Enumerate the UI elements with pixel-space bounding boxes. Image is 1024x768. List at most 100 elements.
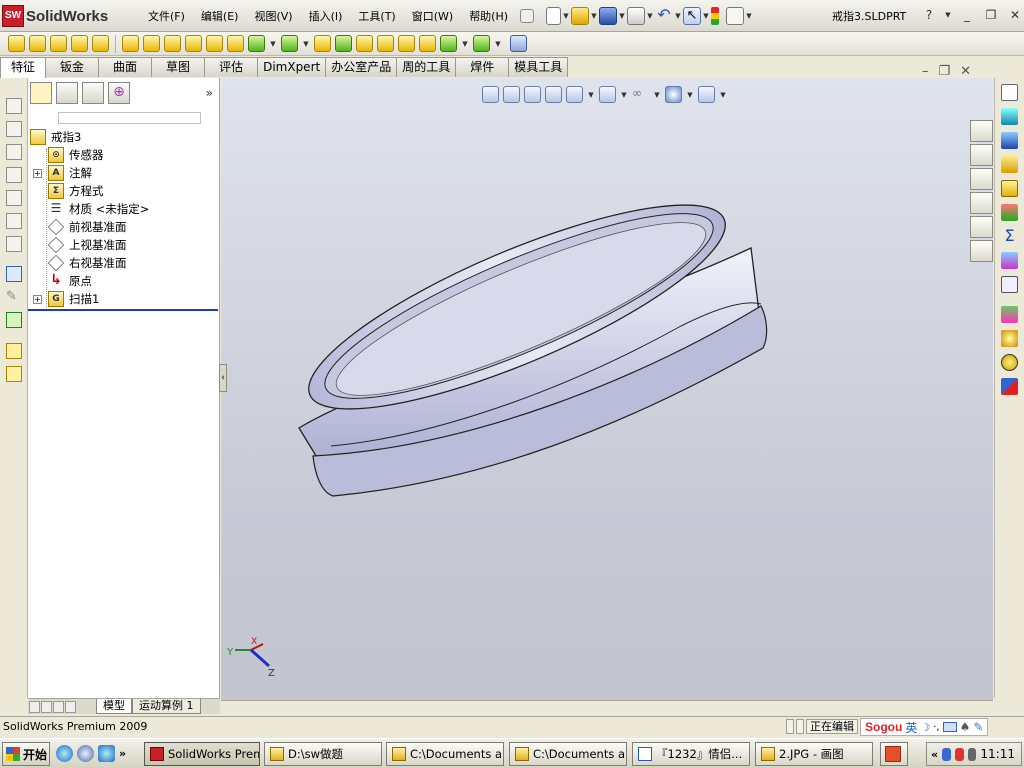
taskbar-item-sogou[interactable] [880,742,908,766]
pattern-dropdown-icon[interactable]: ▼ [302,40,310,48]
custom-properties-icon[interactable] [970,240,993,262]
select-cursor-icon[interactable]: ↖ [683,7,701,25]
options-icon[interactable] [726,7,744,25]
tree-item-front-plane[interactable]: 前视基准面 [47,218,127,236]
extruded-boss-icon[interactable] [8,35,25,52]
display-style-icon[interactable] [599,86,616,103]
ime-keyboard-icon[interactable] [942,722,957,732]
first-tab-icon[interactable] [29,700,40,713]
view-bottom-icon[interactable] [6,213,22,229]
tab-office-products[interactable]: 办公室产品 [325,57,398,77]
smart-dimension-icon[interactable]: ✎ [6,289,22,305]
menu-edit[interactable]: 编辑(E) [193,8,247,24]
hide-show-items-icon[interactable]: ∞ [632,86,649,103]
curves-dropdown-icon[interactable]: ▼ [494,40,502,48]
app-logo[interactable]: SW SolidWorks [2,4,108,28]
tab-surfaces[interactable]: 曲面 [98,57,153,77]
doc-restore-button[interactable]: ❐ [939,64,951,79]
spell-check-icon[interactable] [1001,84,1018,101]
close-button[interactable]: ✕ [1006,6,1024,24]
instant3d-icon[interactable] [510,35,527,52]
propertymanager-tab-icon[interactable] [56,82,78,104]
tree-item-sensors[interactable]: ⊙ 传感器 [48,146,104,164]
shell-icon[interactable] [356,35,373,52]
view-front-icon[interactable] [6,98,22,114]
curvature-icon[interactable] [1001,330,1018,347]
tab-dimxpert[interactable]: DimXpert [257,57,327,77]
graphics-area[interactable]: Y X Z [221,78,993,700]
taskbar-item-folder-swzuoti[interactable]: D:\sw做题 [264,742,382,766]
zoom-to-area-icon[interactable] [503,86,520,103]
tray-volume-icon[interactable] [967,747,977,761]
view-settings-dropdown-icon[interactable]: ▼ [719,91,727,99]
tab-motion-study[interactable]: 运动算例 1 [132,699,201,714]
mirror-icon[interactable] [419,35,436,52]
section-properties-icon[interactable] [1001,156,1018,173]
deviation-analysis-icon[interactable] [1001,252,1018,269]
view-orientation-dropdown-icon[interactable]: ▼ [587,91,595,99]
taskbar-item-documents-1[interactable]: C:\Documents a... [386,742,504,766]
minimize-button[interactable]: _ [958,6,976,24]
clock-text[interactable]: 11:11 [980,747,1015,761]
select-dropdown-icon[interactable]: ▼ [702,12,710,20]
prev-tab-icon[interactable] [41,700,52,713]
doc-close-button[interactable]: ✕ [960,64,971,79]
curves-icon[interactable] [473,35,490,52]
geometry-analysis-icon[interactable] [1001,204,1018,221]
ime-mode-text[interactable]: 英 [905,719,917,736]
tab-sheet-metal[interactable]: 钣金 [45,57,100,77]
mass-properties-icon[interactable] [1001,132,1018,149]
lofted-boss-icon[interactable] [71,35,88,52]
quick-launch-media-icon[interactable] [77,745,94,762]
relations-icon[interactable] [6,312,22,328]
design-library-icon[interactable] [970,144,993,166]
taskbar-item-documents-2[interactable]: C:\Documents a... [509,742,627,766]
revolved-boss-icon[interactable] [29,35,46,52]
expand-annotations-icon[interactable]: + [33,169,42,178]
panel-expand-icon[interactable]: » [206,86,213,100]
dimxpertmanager-tab-icon[interactable]: ⊕ [108,82,130,104]
ime-toolbar[interactable]: Sogou 英 ☽ ·, ♠ ✎ [860,718,989,736]
quick-launch-more-icon[interactable]: » [119,747,126,760]
tray-network-icon[interactable] [942,747,951,761]
start-button[interactable]: 开始 [2,742,50,766]
appearances-icon[interactable] [970,216,993,238]
tray-antivirus-icon[interactable] [954,747,964,761]
table-icon[interactable] [1001,276,1018,293]
view-settings-icon[interactable] [698,86,715,103]
tree-item-sweep1[interactable]: G 扫描1 [48,290,99,308]
pin-menu-button[interactable] [520,6,534,26]
menu-view[interactable]: 视图(V) [246,8,300,24]
boundary-cut-icon[interactable] [227,35,244,52]
tree-root-part[interactable]: 戒指3 [30,128,81,146]
fillet-icon[interactable] [248,35,265,52]
new-document-icon[interactable] [546,7,561,25]
previous-view-icon[interactable] [524,86,541,103]
taskbar-item-browser[interactable]: 『1232』情侣... [632,742,750,766]
tree-item-top-plane[interactable]: 上视基准面 [47,236,127,254]
panel-splitter-handle[interactable]: ‹ [219,364,227,392]
hole-wizard-icon[interactable] [143,35,160,52]
print-icon[interactable] [627,7,645,25]
tree-item-material[interactable]: ☰ 材质 <未指定> [48,200,150,218]
tree-item-annotations[interactable]: A 注解 [48,164,92,182]
undo-icon[interactable]: ↶ [655,7,673,25]
boundary-boss-icon[interactable] [92,35,109,52]
tab-mold-tools[interactable]: 模具工具 [508,57,569,77]
ime-tools-icon[interactable]: ✎ [973,720,983,734]
ime-moon-icon[interactable]: ☽ [920,721,930,734]
reference-geometry-icon[interactable] [440,35,457,52]
display-style-dropdown-icon[interactable]: ▼ [620,91,628,99]
open-folder-icon[interactable] [571,7,589,25]
zoom-to-fit-icon[interactable] [482,86,499,103]
open-dropdown-icon[interactable]: ▼ [590,12,598,20]
menu-file[interactable]: 文件(F) [140,8,193,24]
tab-features[interactable]: 特征 [0,57,47,78]
reference-dropdown-icon[interactable]: ▼ [461,40,469,48]
file-explorer-icon[interactable] [970,168,993,190]
sketch-icon[interactable] [6,266,22,282]
tree-item-right-plane[interactable]: 右视基准面 [47,254,127,272]
tab-model[interactable]: 模型 [96,699,132,714]
tray-expand-icon[interactable]: « [931,748,938,761]
help-button[interactable]: ? [920,6,938,24]
